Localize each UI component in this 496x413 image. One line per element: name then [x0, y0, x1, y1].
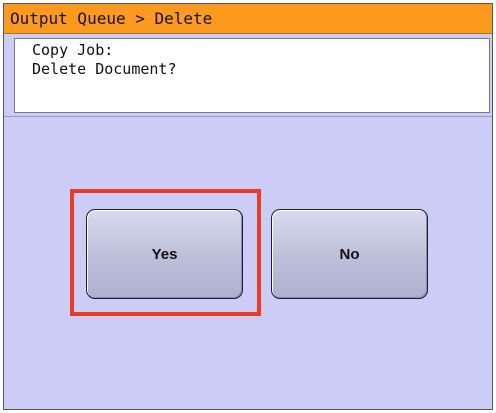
- title-bar: Output Queue > Delete: [4, 4, 492, 34]
- no-button-label: No: [339, 245, 360, 263]
- dialog-panel: Output Queue > Delete Copy Job: Delete D…: [3, 3, 493, 410]
- message-line-job-type: Copy Job:: [32, 41, 114, 59]
- no-button[interactable]: No: [271, 209, 428, 299]
- yes-button[interactable]: Yes: [86, 209, 243, 299]
- message-area: Copy Job: Delete Document?: [14, 38, 490, 113]
- message-line-confirm: Delete Document?: [32, 60, 177, 78]
- yes-button-label: Yes: [151, 245, 178, 263]
- divider: [4, 116, 492, 117]
